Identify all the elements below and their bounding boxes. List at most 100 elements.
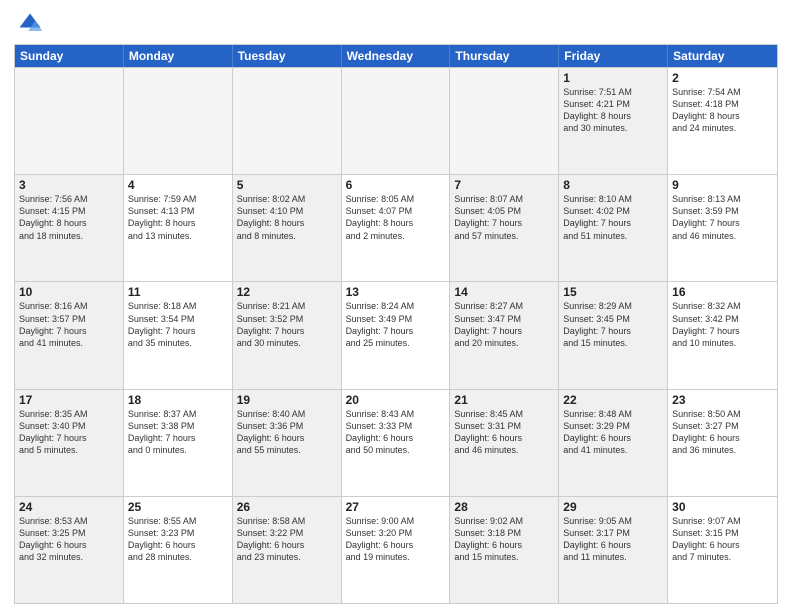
calendar-cell: 13Sunrise: 8:24 AMSunset: 3:49 PMDayligh…	[342, 282, 451, 388]
calendar-cell: 29Sunrise: 9:05 AMSunset: 3:17 PMDayligh…	[559, 497, 668, 603]
day-info: Sunrise: 7:51 AMSunset: 4:21 PMDaylight:…	[563, 86, 663, 135]
day-number: 12	[237, 285, 337, 299]
day-number: 17	[19, 393, 119, 407]
calendar-cell	[124, 68, 233, 174]
day-number: 19	[237, 393, 337, 407]
day-number: 14	[454, 285, 554, 299]
calendar-cell: 26Sunrise: 8:58 AMSunset: 3:22 PMDayligh…	[233, 497, 342, 603]
day-number: 4	[128, 178, 228, 192]
day-number: 15	[563, 285, 663, 299]
day-number: 26	[237, 500, 337, 514]
day-number: 25	[128, 500, 228, 514]
day-number: 11	[128, 285, 228, 299]
day-number: 9	[672, 178, 773, 192]
page: SundayMondayTuesdayWednesdayThursdayFrid…	[0, 0, 792, 612]
calendar-cell: 4Sunrise: 7:59 AMSunset: 4:13 PMDaylight…	[124, 175, 233, 281]
header-day-sunday: Sunday	[15, 45, 124, 67]
calendar-cell: 7Sunrise: 8:07 AMSunset: 4:05 PMDaylight…	[450, 175, 559, 281]
day-number: 5	[237, 178, 337, 192]
calendar-cell: 27Sunrise: 9:00 AMSunset: 3:20 PMDayligh…	[342, 497, 451, 603]
day-info: Sunrise: 8:07 AMSunset: 4:05 PMDaylight:…	[454, 193, 554, 242]
day-info: Sunrise: 8:21 AMSunset: 3:52 PMDaylight:…	[237, 300, 337, 349]
calendar-cell: 20Sunrise: 8:43 AMSunset: 3:33 PMDayligh…	[342, 390, 451, 496]
day-info: Sunrise: 8:50 AMSunset: 3:27 PMDaylight:…	[672, 408, 773, 457]
calendar-cell	[15, 68, 124, 174]
calendar-row-0: 1Sunrise: 7:51 AMSunset: 4:21 PMDaylight…	[15, 67, 777, 174]
calendar-cell: 12Sunrise: 8:21 AMSunset: 3:52 PMDayligh…	[233, 282, 342, 388]
day-number: 28	[454, 500, 554, 514]
calendar-cell: 19Sunrise: 8:40 AMSunset: 3:36 PMDayligh…	[233, 390, 342, 496]
day-number: 7	[454, 178, 554, 192]
day-info: Sunrise: 8:40 AMSunset: 3:36 PMDaylight:…	[237, 408, 337, 457]
day-number: 21	[454, 393, 554, 407]
calendar-row-2: 10Sunrise: 8:16 AMSunset: 3:57 PMDayligh…	[15, 281, 777, 388]
calendar-row-1: 3Sunrise: 7:56 AMSunset: 4:15 PMDaylight…	[15, 174, 777, 281]
calendar-cell	[342, 68, 451, 174]
header	[14, 10, 778, 38]
header-day-wednesday: Wednesday	[342, 45, 451, 67]
day-info: Sunrise: 7:59 AMSunset: 4:13 PMDaylight:…	[128, 193, 228, 242]
header-day-friday: Friday	[559, 45, 668, 67]
calendar-cell	[233, 68, 342, 174]
day-info: Sunrise: 8:53 AMSunset: 3:25 PMDaylight:…	[19, 515, 119, 564]
calendar-cell: 9Sunrise: 8:13 AMSunset: 3:59 PMDaylight…	[668, 175, 777, 281]
day-info: Sunrise: 8:24 AMSunset: 3:49 PMDaylight:…	[346, 300, 446, 349]
day-number: 27	[346, 500, 446, 514]
calendar-cell: 1Sunrise: 7:51 AMSunset: 4:21 PMDaylight…	[559, 68, 668, 174]
calendar-cell: 25Sunrise: 8:55 AMSunset: 3:23 PMDayligh…	[124, 497, 233, 603]
day-info: Sunrise: 8:37 AMSunset: 3:38 PMDaylight:…	[128, 408, 228, 457]
calendar-cell: 30Sunrise: 9:07 AMSunset: 3:15 PMDayligh…	[668, 497, 777, 603]
day-number: 6	[346, 178, 446, 192]
calendar-row-4: 24Sunrise: 8:53 AMSunset: 3:25 PMDayligh…	[15, 496, 777, 603]
day-info: Sunrise: 9:05 AMSunset: 3:17 PMDaylight:…	[563, 515, 663, 564]
calendar-cell: 22Sunrise: 8:48 AMSunset: 3:29 PMDayligh…	[559, 390, 668, 496]
day-info: Sunrise: 7:54 AMSunset: 4:18 PMDaylight:…	[672, 86, 773, 135]
calendar-header: SundayMondayTuesdayWednesdayThursdayFrid…	[15, 45, 777, 67]
calendar-cell: 8Sunrise: 8:10 AMSunset: 4:02 PMDaylight…	[559, 175, 668, 281]
day-info: Sunrise: 8:02 AMSunset: 4:10 PMDaylight:…	[237, 193, 337, 242]
day-number: 24	[19, 500, 119, 514]
calendar-cell: 24Sunrise: 8:53 AMSunset: 3:25 PMDayligh…	[15, 497, 124, 603]
day-info: Sunrise: 8:05 AMSunset: 4:07 PMDaylight:…	[346, 193, 446, 242]
header-day-thursday: Thursday	[450, 45, 559, 67]
day-number: 13	[346, 285, 446, 299]
day-info: Sunrise: 8:29 AMSunset: 3:45 PMDaylight:…	[563, 300, 663, 349]
day-number: 20	[346, 393, 446, 407]
day-info: Sunrise: 8:55 AMSunset: 3:23 PMDaylight:…	[128, 515, 228, 564]
calendar-row-3: 17Sunrise: 8:35 AMSunset: 3:40 PMDayligh…	[15, 389, 777, 496]
day-number: 1	[563, 71, 663, 85]
calendar-cell: 10Sunrise: 8:16 AMSunset: 3:57 PMDayligh…	[15, 282, 124, 388]
day-number: 18	[128, 393, 228, 407]
day-info: Sunrise: 9:00 AMSunset: 3:20 PMDaylight:…	[346, 515, 446, 564]
day-info: Sunrise: 8:10 AMSunset: 4:02 PMDaylight:…	[563, 193, 663, 242]
header-day-monday: Monday	[124, 45, 233, 67]
day-info: Sunrise: 8:16 AMSunset: 3:57 PMDaylight:…	[19, 300, 119, 349]
day-info: Sunrise: 8:43 AMSunset: 3:33 PMDaylight:…	[346, 408, 446, 457]
day-info: Sunrise: 9:02 AMSunset: 3:18 PMDaylight:…	[454, 515, 554, 564]
header-day-saturday: Saturday	[668, 45, 777, 67]
day-info: Sunrise: 8:35 AMSunset: 3:40 PMDaylight:…	[19, 408, 119, 457]
day-number: 2	[672, 71, 773, 85]
day-number: 23	[672, 393, 773, 407]
calendar-cell: 28Sunrise: 9:02 AMSunset: 3:18 PMDayligh…	[450, 497, 559, 603]
day-number: 10	[19, 285, 119, 299]
day-info: Sunrise: 8:48 AMSunset: 3:29 PMDaylight:…	[563, 408, 663, 457]
day-info: Sunrise: 8:58 AMSunset: 3:22 PMDaylight:…	[237, 515, 337, 564]
calendar-cell: 6Sunrise: 8:05 AMSunset: 4:07 PMDaylight…	[342, 175, 451, 281]
day-info: Sunrise: 8:32 AMSunset: 3:42 PMDaylight:…	[672, 300, 773, 349]
calendar-cell	[450, 68, 559, 174]
calendar-cell: 5Sunrise: 8:02 AMSunset: 4:10 PMDaylight…	[233, 175, 342, 281]
day-number: 16	[672, 285, 773, 299]
calendar-cell: 18Sunrise: 8:37 AMSunset: 3:38 PMDayligh…	[124, 390, 233, 496]
day-info: Sunrise: 8:27 AMSunset: 3:47 PMDaylight:…	[454, 300, 554, 349]
calendar-cell: 17Sunrise: 8:35 AMSunset: 3:40 PMDayligh…	[15, 390, 124, 496]
calendar-cell: 16Sunrise: 8:32 AMSunset: 3:42 PMDayligh…	[668, 282, 777, 388]
calendar-cell: 2Sunrise: 7:54 AMSunset: 4:18 PMDaylight…	[668, 68, 777, 174]
logo	[14, 10, 44, 38]
logo-icon	[16, 10, 44, 38]
day-info: Sunrise: 7:56 AMSunset: 4:15 PMDaylight:…	[19, 193, 119, 242]
calendar-cell: 23Sunrise: 8:50 AMSunset: 3:27 PMDayligh…	[668, 390, 777, 496]
day-number: 22	[563, 393, 663, 407]
day-number: 3	[19, 178, 119, 192]
day-info: Sunrise: 9:07 AMSunset: 3:15 PMDaylight:…	[672, 515, 773, 564]
